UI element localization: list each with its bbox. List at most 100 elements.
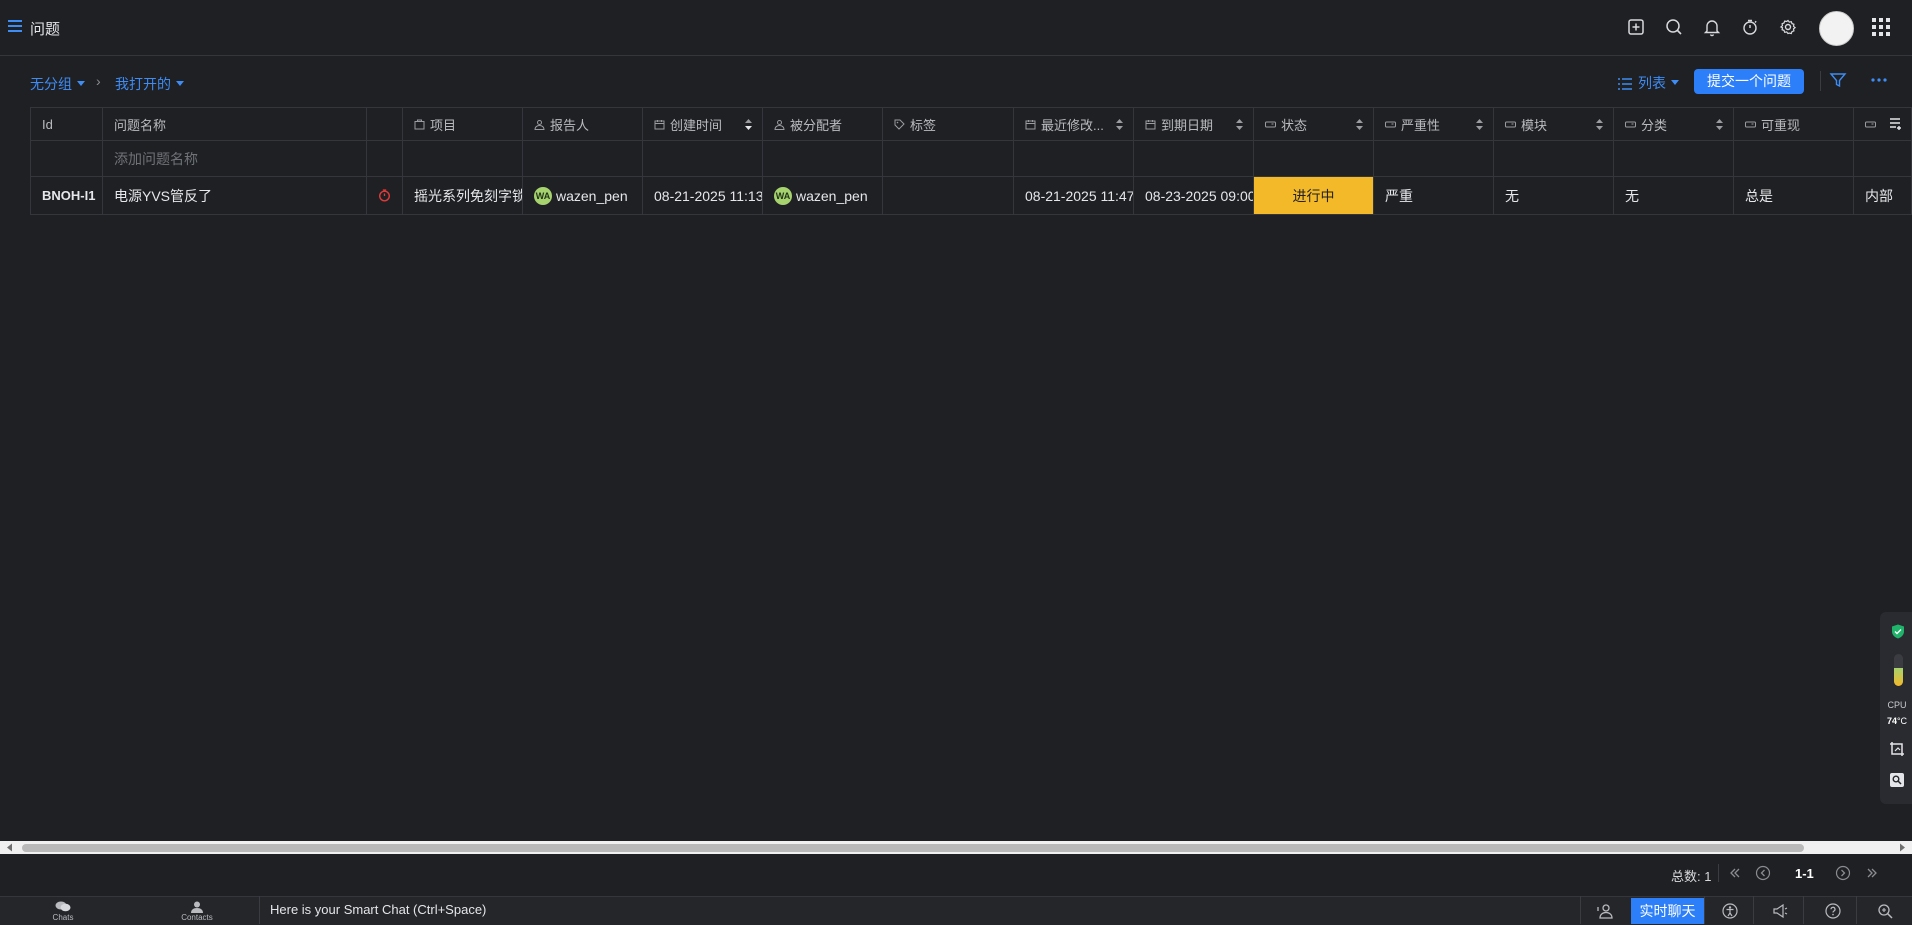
assignee-cell[interactable]: WA wazen_pen (763, 177, 883, 214)
header-label: 严重性 (1401, 117, 1441, 133)
bottom-divider (1704, 896, 1705, 924)
screenshot-icon[interactable] (1889, 741, 1905, 757)
assignee-name: wazen_pen (796, 187, 868, 204)
live-chat-button[interactable]: 实时聊天 (1631, 898, 1704, 924)
column-header-modified[interactable]: 最近修改... (1014, 108, 1134, 140)
header-label: 模块 (1521, 117, 1548, 133)
empty-cell (1374, 141, 1494, 176)
chats-label[interactable]: Chats (44, 913, 82, 922)
previous-page-icon[interactable] (1755, 865, 1771, 881)
group-selector-label: 无分组 (30, 76, 72, 92)
filter-selector[interactable]: 我打开的 (115, 74, 184, 94)
scrollbar-thumb[interactable] (22, 844, 1804, 852)
accessibility-icon[interactable] (1722, 903, 1738, 919)
image-search-icon[interactable] (1889, 772, 1905, 788)
help-icon[interactable] (1825, 903, 1841, 919)
smart-chat-input[interactable]: Here is your Smart Chat (Ctrl+Space) (270, 902, 486, 917)
sort-icon[interactable] (1716, 119, 1723, 130)
filter-icon[interactable] (1829, 71, 1847, 89)
contacts-icon[interactable] (190, 901, 204, 913)
column-header-due[interactable]: 到期日期 (1134, 108, 1254, 140)
group-selector[interactable]: 无分组 (30, 74, 85, 94)
announcement-icon[interactable] (1772, 903, 1788, 919)
bottom-divider (1856, 896, 1857, 924)
add-icon[interactable] (1625, 16, 1647, 38)
chevron-right-icon: › (96, 73, 101, 89)
search-icon[interactable] (1663, 16, 1685, 38)
overdue-timer-icon[interactable] (367, 177, 403, 214)
extra-cell[interactable]: 内部 (1854, 177, 1912, 214)
column-header-indicator[interactable] (367, 108, 403, 140)
bottom-divider (1803, 896, 1804, 924)
due-date-cell[interactable]: 08-23-2025 09:00 (1134, 177, 1254, 214)
column-header-category[interactable]: 分类 (1614, 108, 1734, 140)
empty-cell (643, 141, 763, 176)
created-date-cell[interactable]: 08-21-2025 11:13 (643, 177, 763, 214)
gear-icon[interactable] (1777, 16, 1799, 38)
issue-name-cell[interactable]: 电源YVS管反了 (103, 177, 367, 214)
column-header-severity[interactable]: 严重性 (1374, 108, 1494, 140)
zoom-search-icon[interactable] (1877, 903, 1893, 919)
submit-issue-button[interactable]: 提交一个问题 (1694, 69, 1804, 94)
view-mode-selector[interactable]: 列表 (1618, 73, 1679, 93)
temperature-level (1894, 668, 1903, 686)
issue-id-cell[interactable]: BNOH-I1 (30, 177, 103, 214)
next-page-icon[interactable] (1835, 865, 1851, 881)
column-header-reproducible[interactable]: 可重现 (1734, 108, 1854, 140)
table-row[interactable]: BNOH-I1 电源YVS管反了 摇光系列免刻字锁 WA wazen_pen 0… (30, 177, 1912, 215)
sort-icon[interactable] (745, 119, 752, 130)
status-badge[interactable]: 进行中 (1254, 177, 1374, 214)
column-header-id[interactable]: Id (30, 108, 103, 140)
reporter-name: wazen_pen (556, 187, 628, 204)
shield-icon[interactable] (1891, 624, 1905, 639)
sort-icon[interactable] (1476, 119, 1483, 130)
timer-icon[interactable] (1739, 16, 1761, 38)
scroll-right-arrow-icon[interactable] (1896, 842, 1908, 853)
column-header-name[interactable]: 问题名称 (103, 108, 367, 140)
sort-icon[interactable] (1356, 119, 1363, 130)
last-page-icon[interactable] (1864, 865, 1880, 881)
column-header-assignee[interactable]: 被分配者 (763, 108, 883, 140)
scroll-left-arrow-icon[interactable] (4, 842, 16, 853)
column-header-project[interactable]: 项目 (403, 108, 523, 140)
modified-date-cell[interactable]: 08-21-2025 11:47 (1014, 177, 1134, 214)
view-mode-label: 列表 (1638, 75, 1666, 91)
header-label: Id (42, 116, 53, 132)
column-settings-icon[interactable] (1880, 108, 1911, 140)
category-cell[interactable]: 无 (1614, 177, 1734, 214)
support-agent-icon[interactable] (1597, 903, 1613, 919)
apps-grid-icon[interactable] (1872, 18, 1890, 36)
tags-cell[interactable] (883, 177, 1014, 214)
more-options-icon[interactable] (1871, 78, 1887, 82)
bell-icon[interactable] (1701, 16, 1723, 38)
user-avatar[interactable] (1819, 11, 1854, 46)
project-cell[interactable]: 摇光系列免刻字锁 (403, 177, 523, 214)
column-header-created[interactable]: 创建时间 (643, 108, 763, 140)
sort-icon[interactable] (1116, 119, 1123, 130)
add-issue-name-input[interactable]: 添加问题名称 (103, 141, 367, 176)
empty-cell (1254, 141, 1374, 176)
empty-cell (1494, 141, 1614, 176)
menu-icon[interactable] (8, 20, 22, 32)
column-header-module[interactable]: 模块 (1494, 108, 1614, 140)
first-page-icon[interactable] (1727, 865, 1743, 881)
sort-icon[interactable] (1596, 119, 1603, 130)
module-cell[interactable]: 无 (1494, 177, 1614, 214)
severity-cell[interactable]: 严重 (1374, 177, 1494, 214)
reporter-cell[interactable]: WA wazen_pen (523, 177, 643, 214)
column-header-status[interactable]: 状态 (1254, 108, 1374, 140)
empty-cell (1014, 141, 1134, 176)
select-field-icon (1385, 121, 1396, 127)
table-header-row: Id 问题名称 项目 报告人 创建时间 被分配者 标签 最近修改... 到期日期 (30, 108, 1912, 141)
column-header-reporter[interactable]: 报告人 (523, 108, 643, 140)
box-icon (414, 119, 425, 129)
chats-icon[interactable] (55, 901, 71, 912)
header-label: 分类 (1641, 117, 1668, 133)
reproducible-cell[interactable]: 总是 (1734, 177, 1854, 214)
column-header-tags[interactable]: 标签 (883, 108, 1014, 140)
bottom-divider (1580, 896, 1581, 924)
calendar-icon (1025, 119, 1036, 129)
total-count: 总数: 1 (1671, 869, 1712, 884)
sort-icon[interactable] (1236, 119, 1243, 130)
contacts-label[interactable]: Contacts (174, 913, 220, 922)
